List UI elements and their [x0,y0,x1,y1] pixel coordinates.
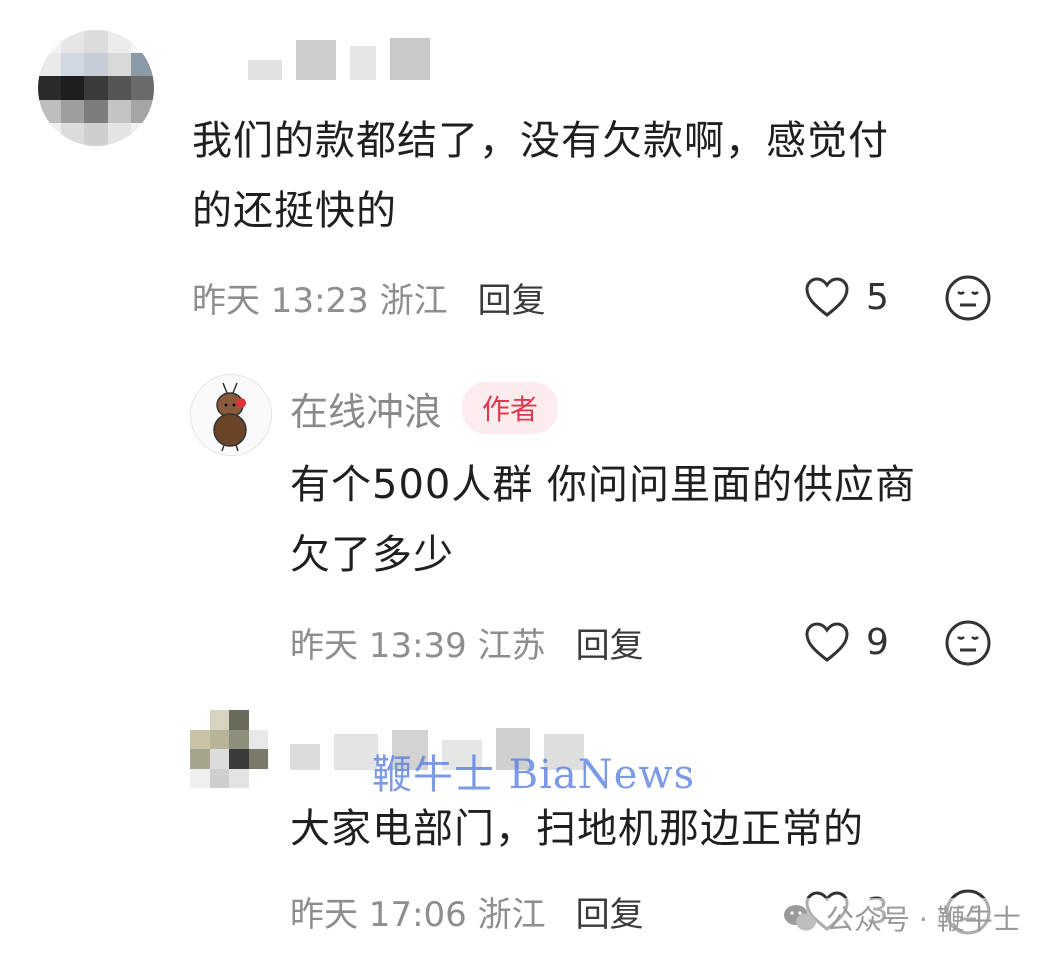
like-count: 5 [866,276,889,318]
like-button[interactable]: 5 [804,272,889,322]
reply-time: 昨天 17:06 浙江 [290,894,546,935]
avatar[interactable] [38,30,154,146]
author-badge: 作者 [462,382,559,434]
reply-text: 有个500人群 你问问里面的供应商 欠了多少 [290,462,917,578]
reply-button[interactable]: 回复 [576,618,644,667]
comment-meta: 昨天 13:23 浙江 回复 [192,272,546,322]
author-username[interactable]: 在线冲浪 作者 [290,380,559,436]
reply-meta: 昨天 17:06 浙江 回复 [290,886,644,936]
reply-button[interactable]: 回复 [478,273,546,322]
wechat-icon [784,905,816,931]
reply-text: 大家电部门，扫地机那边正常的 [290,806,864,852]
heart-icon [805,277,849,317]
neutral-face-icon[interactable] [944,619,992,667]
avatar[interactable] [190,710,268,788]
reply-time: 昨天 13:39 江苏 [290,625,546,666]
author-avatar[interactable] [190,374,272,456]
watermark-footer-text: 公众号 · 鞭牛士 [826,903,1021,936]
comment-time: 昨天 13:23 浙江 [192,280,448,321]
neutral-face-icon[interactable] [944,274,992,322]
reply-meta: 昨天 13:39 江苏 回复 [290,617,644,667]
watermark-overlay: 鞭牛士 BiaNews [372,752,696,798]
blurred-username [248,36,430,80]
like-button[interactable]: 9 [804,617,889,667]
heart-icon [805,622,849,662]
comment-text: 我们的款都结了，没有欠款啊，感觉付 的还挺快的 [192,118,889,234]
watermark-footer: 公众号 · 鞭牛士 [782,898,1021,938]
username-label: 在线冲浪 [290,389,443,434]
reply-button[interactable]: 回复 [576,887,644,936]
like-count: 9 [866,621,889,663]
